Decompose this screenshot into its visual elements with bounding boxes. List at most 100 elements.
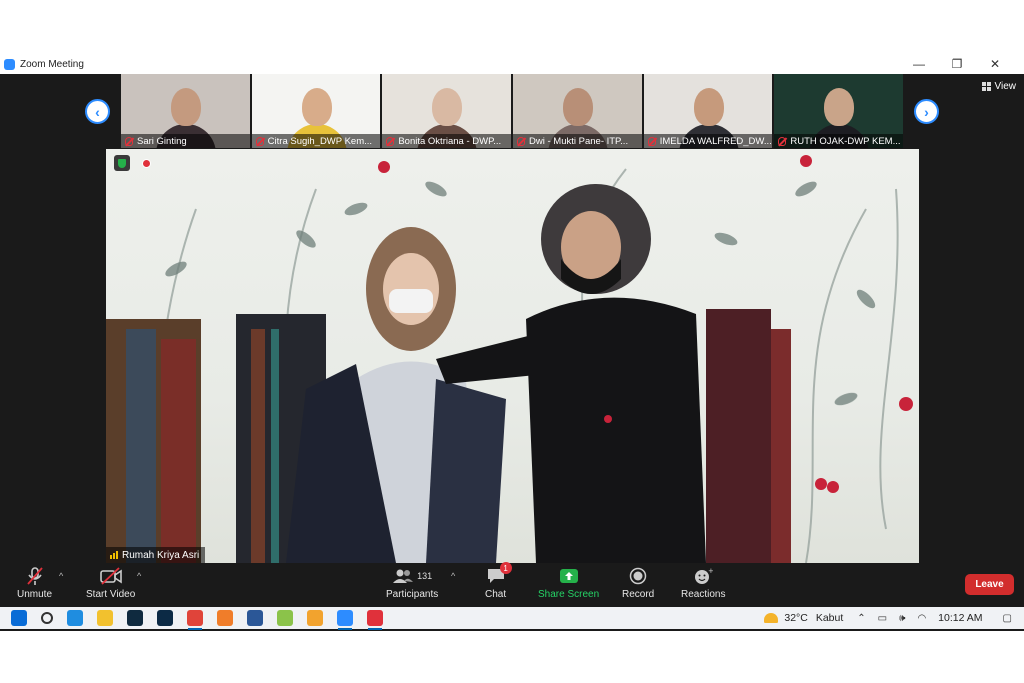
- participant-face: [171, 88, 201, 126]
- word-icon[interactable]: [247, 610, 263, 626]
- participant-face: [563, 88, 594, 126]
- chat-label: Chat: [485, 589, 507, 600]
- mic-muted-icon: [26, 567, 43, 585]
- restore-button[interactable]: ❐: [938, 54, 976, 74]
- weather-label[interactable]: Kabut: [816, 612, 843, 624]
- record-icon: [629, 567, 647, 585]
- edge-icon[interactable]: [67, 610, 83, 626]
- store-icon[interactable]: [307, 610, 323, 626]
- start-video-label: Start Video: [86, 589, 136, 600]
- clock[interactable]: 10:12 AM: [938, 612, 982, 624]
- speaker-name: Rumah Kriya Asri: [122, 549, 200, 561]
- notifications-icon[interactable]: ▢: [1003, 613, 1012, 624]
- wifi-icon[interactable]: ◠: [917, 613, 926, 624]
- battery-icon[interactable]: ▭: [878, 613, 887, 624]
- participant-name: Citra Sugih_DWP Kem...: [267, 135, 373, 147]
- participants-icon: [393, 569, 414, 583]
- share-screen-icon: [559, 569, 578, 583]
- video-off-icon: [99, 567, 122, 585]
- participant-name: RUTH OJAK-DWP KEM...: [790, 135, 901, 147]
- participant-name: Sari Ginting: [137, 135, 187, 147]
- view-button[interactable]: View: [981, 79, 1016, 93]
- participant-caption: Dwi - Mukti Pane- ITP...: [513, 134, 642, 148]
- participants-count: 131: [417, 571, 433, 581]
- file-explorer-icon[interactable]: [97, 610, 113, 626]
- share-screen-button[interactable]: Share Screen: [538, 566, 599, 600]
- windows-taskbar: 32°C Kabut ⌃ ▭ 🕪 ◠ 10:12 AM ▢: [0, 607, 1024, 630]
- participant-name: Bonita Oktriana - DWP...: [398, 135, 502, 147]
- share-screen-label: Share Screen: [538, 589, 600, 600]
- participant-name: IMELDA WALFRED_DW...: [659, 135, 772, 147]
- encryption-shield-icon[interactable]: [114, 155, 130, 171]
- gallery-prev-button[interactable]: ‹: [85, 99, 110, 124]
- volume-icon[interactable]: 🕪: [899, 613, 905, 624]
- participant-name: Dwi - Mukti Pane- ITP...: [529, 135, 629, 147]
- reactions-icon: +: [695, 567, 713, 584]
- svg-text:+: +: [708, 567, 713, 575]
- participant-caption: Sari Ginting: [121, 134, 250, 148]
- participant-tile[interactable]: IMELDA WALFRED_DW...: [643, 74, 773, 148]
- participant-tile[interactable]: Citra Sugih_DWP Kem...: [251, 74, 381, 148]
- lightroom-icon[interactable]: [127, 610, 143, 626]
- record-button[interactable]: Record: [622, 566, 654, 600]
- video-scene: [106, 155, 913, 563]
- mic-muted-icon: [778, 136, 787, 146]
- reactions-button[interactable]: + Reactions: [681, 566, 725, 600]
- close-button[interactable]: ✕: [976, 54, 1014, 74]
- signal-icon: [110, 551, 118, 559]
- meeting-content: ‹ Sari Ginting Citra Sugih_DWP Kem... Boni…: [0, 74, 1024, 563]
- photoshop-icon[interactable]: [157, 610, 173, 626]
- gallery-strip: Sari Ginting Citra Sugih_DWP Kem... Bonita…: [121, 74, 904, 148]
- participant-tile[interactable]: Dwi - Mukti Pane- ITP...: [513, 74, 642, 148]
- chat-button[interactable]: 1 Chat: [485, 562, 512, 600]
- app-icon[interactable]: [277, 610, 293, 626]
- participant-face: [432, 88, 463, 126]
- audio-options-caret-icon[interactable]: ^: [59, 571, 63, 581]
- chevron-right-icon: ›: [924, 103, 929, 120]
- search-icon[interactable]: [41, 612, 53, 624]
- participant-caption: IMELDA WALFRED_DW...: [643, 134, 773, 148]
- meeting-toolbar: Unmute ^ Start Video ^ 131 Participants …: [0, 562, 1024, 607]
- record-app-icon[interactable]: [367, 610, 383, 630]
- windows-start-icon[interactable]: [11, 610, 27, 626]
- participant-tile[interactable]: RUTH OJAK-DWP KEM...: [774, 74, 904, 148]
- zoom-window: Zoom Meeting — ❐ ✕ ‹ Sari Ginting Citra S…: [0, 54, 1024, 631]
- participants-button[interactable]: 131 Participants: [386, 566, 438, 600]
- participant-caption: Citra Sugih_DWP Kem...: [251, 134, 381, 148]
- mic-muted-icon: [647, 136, 656, 146]
- temperature[interactable]: 32°C: [784, 612, 807, 624]
- unmute-button[interactable]: Unmute: [17, 566, 52, 600]
- minimize-button[interactable]: —: [900, 54, 938, 74]
- participant-tile[interactable]: Sari Ginting: [121, 74, 250, 148]
- zoom-icon[interactable]: [337, 610, 353, 630]
- chevron-up-icon[interactable]: ⌃: [857, 613, 865, 624]
- grid-icon: [981, 81, 991, 91]
- leave-button[interactable]: Leave: [965, 574, 1014, 595]
- participant-face: [301, 88, 332, 126]
- window-title: Zoom Meeting: [20, 58, 84, 70]
- participants-caret-icon[interactable]: ^: [451, 571, 455, 581]
- mic-muted-icon: [125, 136, 133, 146]
- mic-muted-icon: [255, 136, 264, 146]
- zoom-logo-icon: [4, 58, 15, 70]
- participant-caption: Bonita Oktriana - DWP...: [382, 134, 512, 148]
- participant-face: [693, 88, 724, 126]
- gallery-next-button[interactable]: ›: [914, 99, 939, 124]
- chat-badge: 1: [499, 562, 512, 574]
- video-options-caret-icon[interactable]: ^: [137, 571, 141, 581]
- main-video: Rumah Kriya Asri: [106, 149, 919, 563]
- participant-caption: RUTH OJAK-DWP KEM...: [774, 134, 904, 148]
- firefox-icon[interactable]: [217, 610, 233, 626]
- mic-muted-icon: [517, 136, 526, 146]
- recording-indicator-icon: [142, 159, 151, 168]
- chrome-icon[interactable]: [187, 610, 203, 630]
- screen: Zoom Meeting — ❐ ✕ ‹ Sari Ginting Citra S…: [0, 0, 1024, 683]
- weather-icon[interactable]: [764, 613, 779, 623]
- reactions-label: Reactions: [681, 589, 726, 600]
- system-tray: 32°C Kabut ⌃ ▭ 🕪 ◠ 10:12 AM ▢: [764, 607, 1024, 629]
- start-video-button[interactable]: Start Video: [86, 566, 135, 600]
- participants-label: Participants: [386, 589, 439, 600]
- participant-face: [824, 88, 855, 126]
- unmute-label: Unmute: [17, 589, 53, 600]
- participant-tile[interactable]: Bonita Oktriana - DWP...: [382, 74, 512, 148]
